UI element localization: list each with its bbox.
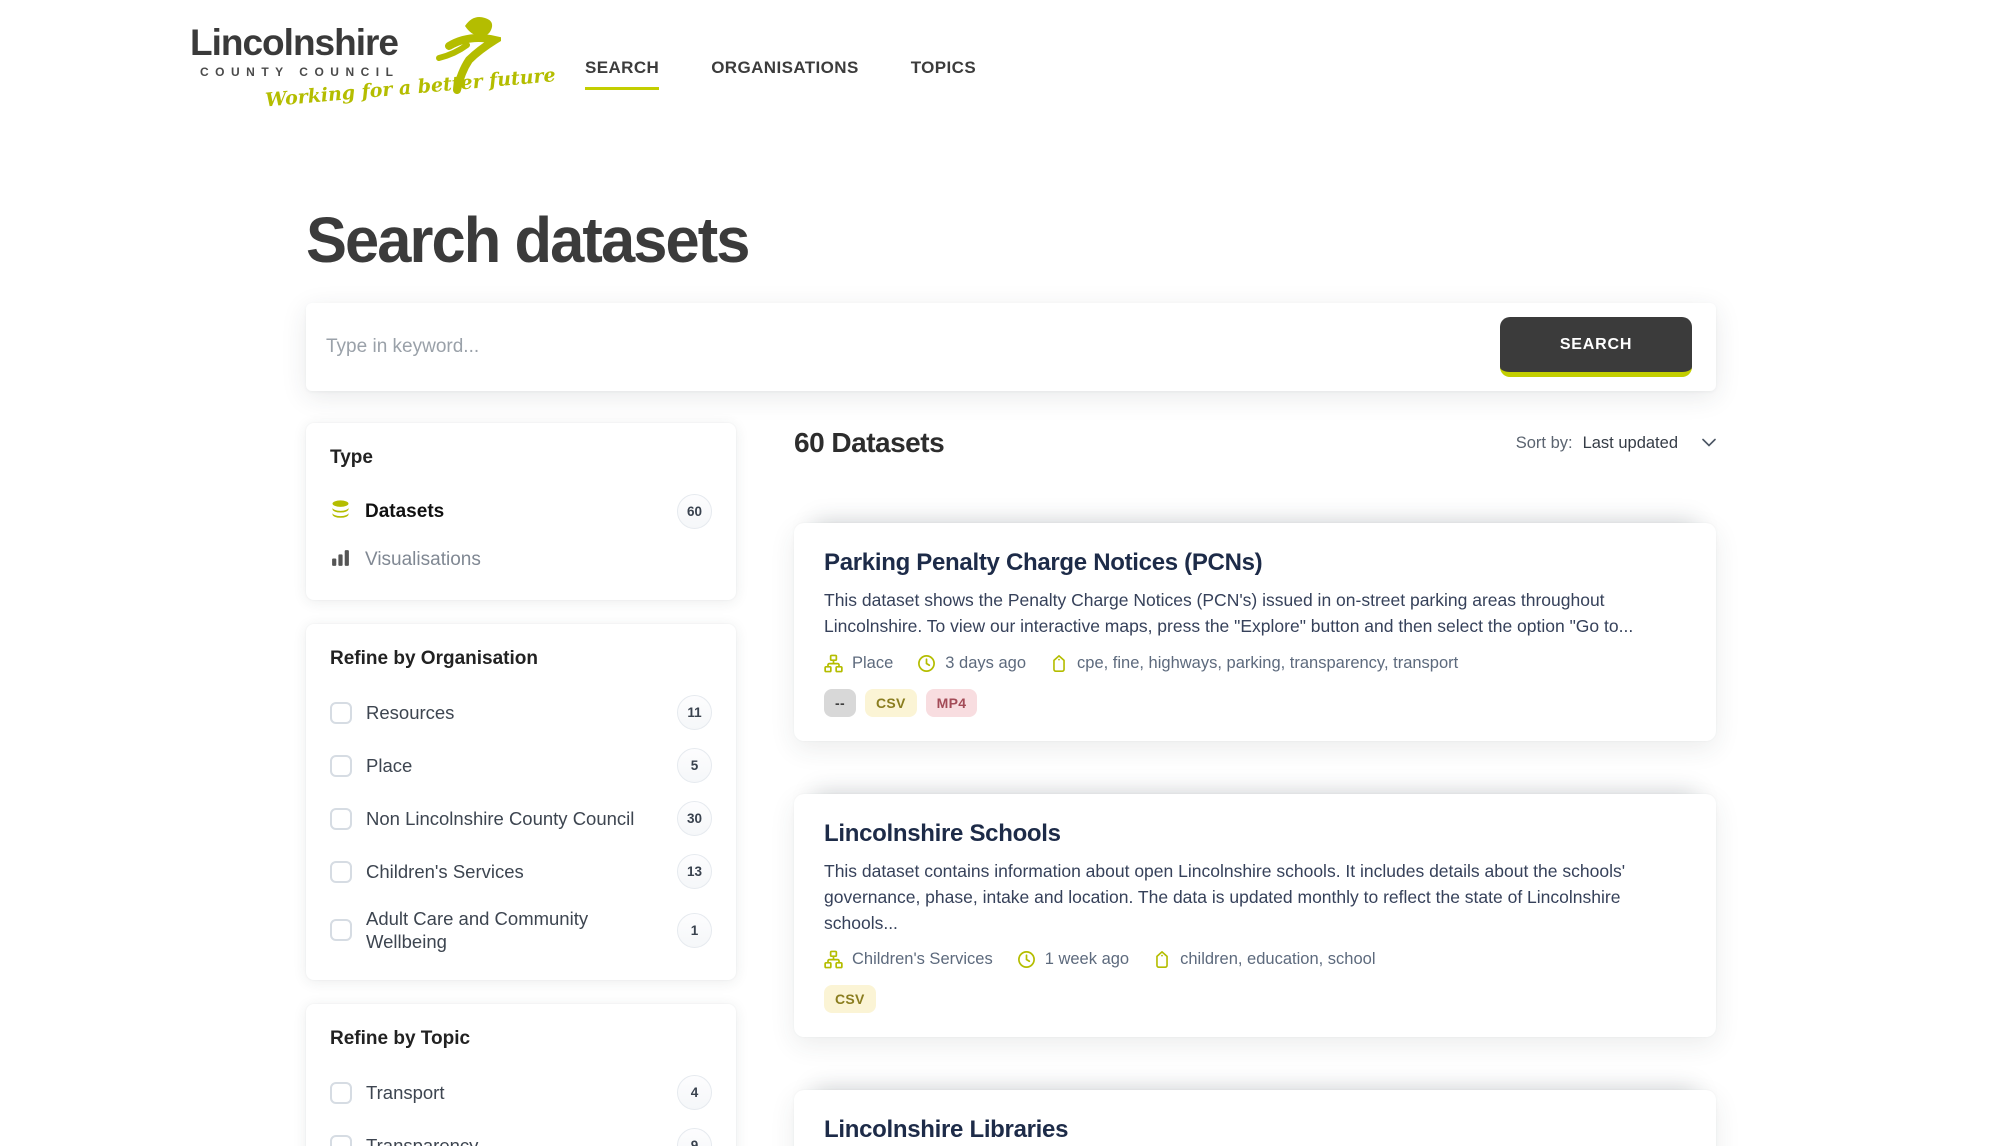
- clock-icon: [1017, 950, 1036, 969]
- running-figure-icon: [435, 12, 501, 101]
- count-badge: 11: [677, 695, 712, 730]
- chevron-down-icon: [1688, 434, 1716, 452]
- topic-section-title: Refine by Topic: [330, 1028, 712, 1050]
- filter-checkbox[interactable]: [330, 755, 352, 777]
- format-badge: CSV: [865, 689, 917, 717]
- search-input[interactable]: [326, 336, 1500, 358]
- organisation-section-title: Refine by Organisation: [330, 648, 712, 670]
- filter-checkbox[interactable]: [330, 919, 352, 941]
- type-filter-card: Type Datasets 60: [306, 423, 736, 600]
- dataset-title[interactable]: Lincolnshire Schools: [824, 820, 1686, 848]
- updated-label: 1 week ago: [1045, 950, 1129, 969]
- dataset-title[interactable]: Parking Penalty Charge Notices (PCNs): [824, 549, 1686, 577]
- bar-chart-icon: [330, 547, 351, 573]
- dataset-card[interactable]: Lincolnshire Schools This dataset contai…: [794, 794, 1716, 1038]
- nav-item-label: TOPICS: [911, 58, 976, 77]
- dataset-title[interactable]: Lincolnshire Libraries: [824, 1116, 1686, 1144]
- sidebar-item-datasets[interactable]: Datasets 60: [330, 485, 712, 538]
- filter-row[interactable]: Children's Services 13: [330, 845, 712, 898]
- filter-sidebar: Type Datasets 60: [306, 423, 736, 1146]
- filter-checkbox[interactable]: [330, 1082, 352, 1104]
- format-badge: MP4: [926, 689, 978, 717]
- dataset-description: This dataset shows the Penalty Charge No…: [824, 587, 1686, 640]
- page-title: Search datasets: [306, 203, 1660, 277]
- organisation-sitemap-icon: [824, 950, 843, 969]
- sidebar-item-label: Visualisations: [365, 549, 712, 571]
- search-bar: SEARCH: [306, 303, 1716, 391]
- filter-label: Resources: [366, 701, 663, 724]
- nav-item-label: ORGANISATIONS: [711, 58, 859, 77]
- filter-label: Non Lincolnshire County Council: [366, 807, 663, 830]
- sort-dropdown[interactable]: Sort by: Last updated: [1516, 434, 1716, 453]
- council-logo[interactable]: Lincolnshire COUNTY COUNCIL Working for …: [190, 22, 460, 103]
- logo-text: Lincolnshire: [190, 22, 460, 64]
- sort-by-label: Sort by:: [1516, 434, 1573, 453]
- results-area: 60 Datasets Sort by: Last updated Parkin…: [794, 423, 1716, 1146]
- dataset-description: This dataset contains information about …: [824, 858, 1686, 937]
- count-badge: 5: [677, 748, 712, 783]
- results-count: 60 Datasets: [794, 427, 944, 459]
- filter-row[interactable]: Resources 11: [330, 686, 712, 739]
- tag-icon: [1050, 654, 1068, 673]
- count-badge: 9: [677, 1128, 712, 1146]
- filter-checkbox[interactable]: [330, 808, 352, 830]
- format-badge: --: [824, 689, 856, 717]
- filter-label: Adult Care and Community Wellbeing: [366, 907, 663, 953]
- dataset-card[interactable]: Lincolnshire Libraries This dataset show…: [794, 1090, 1716, 1146]
- nav-item-organisations[interactable]: ORGANISATIONS: [711, 58, 859, 90]
- dataset-card[interactable]: Parking Penalty Charge Notices (PCNs) Th…: [794, 523, 1716, 741]
- count-badge: 60: [677, 494, 712, 529]
- filter-label: Transport: [366, 1081, 663, 1104]
- filter-label: Transparency: [366, 1134, 663, 1146]
- organisation-label: Place: [852, 654, 893, 673]
- nav-item-label: SEARCH: [585, 58, 659, 77]
- filter-checkbox[interactable]: [330, 702, 352, 724]
- nav-item-search[interactable]: SEARCH: [585, 58, 659, 90]
- format-badge: CSV: [824, 985, 876, 1013]
- page-header: Lincolnshire COUNTY COUNCIL Working for …: [0, 0, 1999, 103]
- filter-checkbox[interactable]: [330, 861, 352, 883]
- sidebar-item-label: Datasets: [365, 501, 663, 523]
- organisation-sitemap-icon: [824, 654, 843, 673]
- main-nav: SEARCH ORGANISATIONS TOPICS: [585, 58, 976, 90]
- sidebar-item-visualisations[interactable]: Visualisations: [330, 538, 712, 582]
- filter-label: Place: [366, 754, 663, 777]
- nav-item-topics[interactable]: TOPICS: [911, 58, 976, 90]
- tags-label: cpe, fine, highways, parking, transparen…: [1077, 654, 1458, 673]
- tags-label: children, education, school: [1180, 950, 1375, 969]
- count-badge: 4: [677, 1075, 712, 1110]
- filter-row[interactable]: Transport 4: [330, 1066, 712, 1119]
- count-badge: 1: [677, 913, 712, 948]
- tag-icon: [1153, 950, 1171, 969]
- filter-row[interactable]: Place 5: [330, 739, 712, 792]
- clock-icon: [917, 654, 936, 673]
- search-button[interactable]: SEARCH: [1500, 317, 1692, 377]
- filter-row[interactable]: Non Lincolnshire County Council 30: [330, 792, 712, 845]
- updated-label: 3 days ago: [945, 654, 1026, 673]
- organisation-filter-card: Refine by Organisation Resources 11 Plac…: [306, 624, 736, 980]
- database-icon: [330, 499, 351, 525]
- organisation-label: Children's Services: [852, 950, 993, 969]
- count-badge: 13: [677, 854, 712, 889]
- filter-row[interactable]: Adult Care and Community Wellbeing 1: [330, 898, 712, 962]
- topic-filter-card: Refine by Topic Transport 4 Transparency…: [306, 1004, 736, 1146]
- filter-row[interactable]: Transparency 9: [330, 1119, 712, 1146]
- filter-checkbox[interactable]: [330, 1135, 352, 1146]
- type-section-title: Type: [330, 447, 712, 469]
- count-badge: 30: [677, 801, 712, 836]
- filter-label: Children's Services: [366, 860, 663, 883]
- sort-value: Last updated: [1583, 434, 1678, 453]
